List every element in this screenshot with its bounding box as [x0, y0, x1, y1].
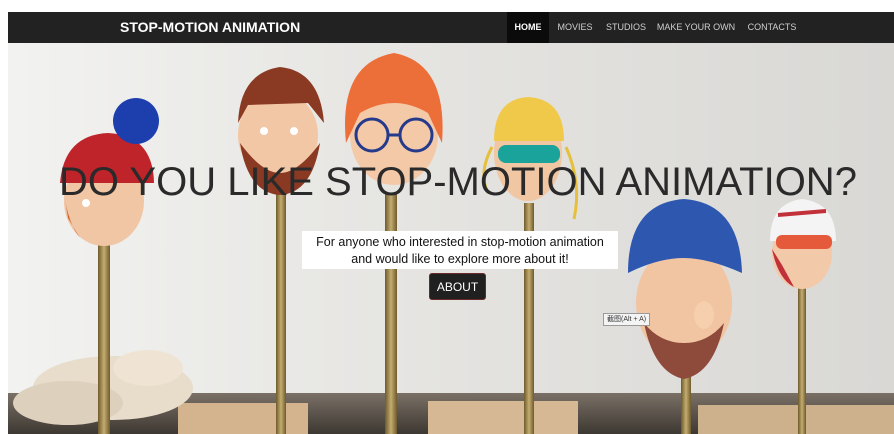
hero-subtitle-line-2: and would like to explore more about it! [351, 252, 569, 266]
hero-section: DO YOU LIKE STOP-MOTION ANIMATION? For a… [8, 43, 894, 434]
hero-headline: DO YOU LIKE STOP-MOTION ANIMATION? [59, 160, 857, 204]
page-frame: STOP-MOTION ANIMATION HOME MOVIES STUDIO… [8, 12, 894, 434]
hero-subtitle-box: For anyone who interested in stop-motion… [302, 231, 618, 269]
brand-logo-text[interactable]: STOP-MOTION ANIMATION [120, 12, 300, 43]
nav-make-your-own[interactable]: MAKE YOUR OWN [656, 12, 736, 43]
about-button[interactable]: ABOUT [429, 273, 486, 300]
top-navbar: STOP-MOTION ANIMATION HOME MOVIES STUDIO… [8, 12, 894, 43]
nav-movies[interactable]: MOVIES [554, 12, 596, 43]
nav-studios[interactable]: STUDIOS [603, 12, 649, 43]
hero-subtitle-line-1: For anyone who interested in stop-motion… [316, 235, 604, 249]
nav-contacts[interactable]: CONTACTS [742, 12, 802, 43]
nav-home[interactable]: HOME [507, 12, 549, 43]
screenshot-tooltip: 截图(Alt + A) [603, 313, 651, 326]
